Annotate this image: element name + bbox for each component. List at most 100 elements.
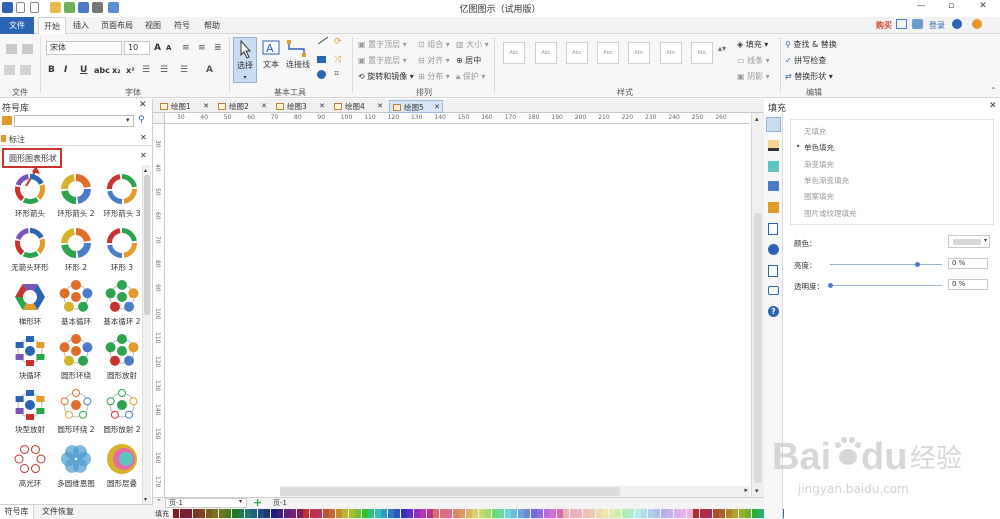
color-swatch[interactable] [446,509,452,518]
fill-option[interactable]: 图案填充 [804,191,834,202]
color-swatch[interactable] [329,509,335,518]
tab-help[interactable]: 帮助 [198,17,226,34]
align-button[interactable]: ⊟ 对齐 ▾ [418,55,450,66]
canvas-vertical-scrollbar[interactable]: ▴ ▾ [751,113,764,497]
color-swatch[interactable] [472,509,478,518]
doc-tab[interactable]: 绘图2 ✕ [215,100,269,113]
style-swatch-2[interactable]: Abc [535,42,557,64]
shape-item[interactable]: 高光环 [6,442,54,496]
shape-item[interactable]: 圆形层叠 [98,442,146,496]
shape-item[interactable]: 无箭头环形 [6,226,54,280]
color-swatch[interactable] [407,509,413,518]
color-swatch[interactable] [667,509,673,518]
distribute-button[interactable]: ⊞ 分布 ▾ [418,71,450,82]
fill-option[interactable]: 图片或纹理填充 [804,208,857,219]
color-swatch[interactable] [374,509,381,518]
share-icon[interactable] [896,19,907,29]
tab-symbol-library[interactable]: 符号库 [0,505,34,519]
fill-option[interactable]: 单色渐变填充 [804,175,849,186]
color-swatch[interactable] [192,509,199,518]
color-swatch[interactable] [673,509,680,518]
color-swatch[interactable] [199,509,205,518]
tab-insert[interactable]: 插入 [68,17,94,34]
search-icon[interactable]: ⚲ [138,115,145,125]
color-swatch[interactable] [309,509,316,518]
tab-page-layout[interactable]: 页面布局 [98,17,136,34]
fill-option[interactable]: 渐变填充 [804,159,834,170]
line-spacing-icon[interactable]: ≡ [198,43,206,53]
color-swatch[interactable] [290,509,296,518]
color-swatch[interactable] [569,509,576,518]
color-swatch[interactable] [641,509,647,518]
bold-icon[interactable]: B [48,65,55,75]
canvas-horizontal-scrollbar[interactable]: ▸ [280,486,750,497]
shape-item[interactable]: 环形箭头 [6,172,54,226]
find-replace-button[interactable]: ⚲ 查找 & 替换 [785,39,837,50]
color-swatch[interactable] [218,509,225,518]
color-swatch[interactable] [303,509,309,518]
doc-tab[interactable]: 绘图3 ✕ [273,100,327,113]
color-swatch[interactable] [394,509,400,518]
color-swatch[interactable] [517,509,524,518]
color-swatch[interactable] [602,509,608,518]
color-swatch[interactable] [628,509,634,518]
color-swatch[interactable] [719,509,725,518]
style-swatch-5[interactable]: Abc [628,42,650,64]
collapse-ribbon-icon[interactable]: ⌃ [990,86,997,95]
color-swatch[interactable] [459,509,465,518]
close-tab-icon[interactable]: ✕ [319,100,325,113]
style-swatch-6[interactable]: Abc [660,42,682,64]
color-swatch[interactable] [426,509,433,518]
select-tool-button[interactable]: 选择 ▾ [233,37,257,83]
send-back-button[interactable]: ▣ 置于底层 ▾ [358,55,407,66]
close-tab-icon[interactable]: ✕ [203,100,209,113]
fill-button[interactable]: ◈ 填充 ▾ [737,39,768,50]
style-scroll-icon[interactable]: ▴▾ [718,44,726,53]
fill-panel-close-icon[interactable]: ✕ [989,101,997,111]
transparency-slider[interactable] [830,285,942,286]
page-tab[interactable]: 页-1 [273,498,287,508]
color-swatch[interactable] [225,509,231,518]
shape-item[interactable]: 梯形环 [6,280,54,334]
tab-start[interactable]: 开始 [38,17,66,34]
text-tool-button[interactable]: A 文本 [260,37,282,83]
bring-front-button[interactable]: ▣ 置于顶层 ▾ [358,39,407,50]
chevron-down-icon[interactable]: ▾ [126,116,130,124]
doc-tab[interactable]: 绘图4 ✕ [331,100,385,113]
color-swatch[interactable] [348,509,355,518]
login-link[interactable]: 登录 [929,19,945,32]
skin-icon[interactable] [972,19,982,29]
color-swatch[interactable] [615,509,621,518]
section-close-icon[interactable]: ✕ [140,151,147,160]
buy-link[interactable]: 购买 [876,19,892,32]
color-swatch[interactable] [439,509,446,518]
style-swatch-4[interactable]: Abc [597,42,619,64]
font-color-icon[interactable]: A [206,65,213,75]
color-swatch[interactable] [524,509,530,518]
close-button[interactable]: ✕ [972,1,994,15]
underline-icon[interactable]: U [80,65,87,75]
close-tab-icon[interactable]: ✕ [261,100,267,113]
replace-shape-button[interactable]: ⇄ 替换形状 ▾ [785,71,833,82]
brightness-input[interactable]: 0 % [948,258,988,269]
shape-item[interactable]: 多圆维恩图 [52,442,100,496]
color-swatch[interactable] [368,509,374,518]
color-swatch[interactable] [498,509,504,518]
doc-tab[interactable]: 绘图1 ✕ [157,100,211,113]
rotate-flip-button[interactable]: ⟲ 旋转和镜像 ▾ [358,71,414,82]
color-swatch[interactable] [277,509,283,518]
color-swatch[interactable] [595,509,602,518]
color-swatch[interactable] [264,509,270,518]
shape-item[interactable]: 基本循环 2 [98,280,146,334]
shadow-panel-icon[interactable] [768,161,779,172]
shape-item[interactable]: 圆形环绕 2 [52,388,100,442]
library-search-input[interactable] [14,115,134,127]
shape-item[interactable]: 圆形放射 [98,334,146,388]
page-panel-icon[interactable] [768,223,778,235]
color-swatch[interactable] [686,509,693,518]
color-swatch[interactable] [205,509,212,518]
scroll-thumb[interactable] [280,487,620,496]
subscript-icon[interactable]: x₂ [112,66,121,75]
color-swatch[interactable] [212,509,218,518]
shape-item[interactable]: 环形 3 [98,226,146,280]
